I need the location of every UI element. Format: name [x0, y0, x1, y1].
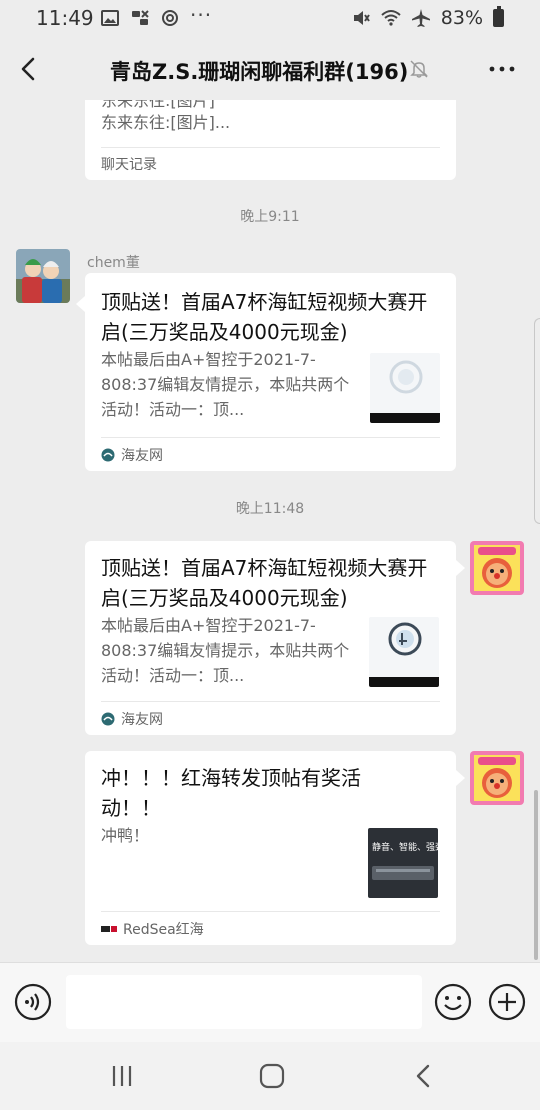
more-dots-icon: ··· — [190, 3, 213, 27]
sender-name: chem董 — [87, 255, 140, 271]
emoji-icon[interactable] — [434, 983, 472, 1021]
avatar[interactable] — [470, 751, 524, 805]
battery-percent: 83% — [440, 7, 483, 29]
back-icon[interactable] — [14, 52, 44, 86]
link-title: 顶贴送！首届A7杯海缸短视频大赛开启(三万奖品及4000元现金) — [101, 556, 428, 610]
link-desc: 本帖最后由A+智控于2021-7-808:37编辑友情提示，本贴共两个活动！活动… — [101, 350, 350, 419]
thumbnail-image — [369, 617, 439, 687]
gallery-icon — [101, 10, 119, 26]
link-desc: 本帖最后由A+智控于2021-7-808:37编辑友情提示，本贴共两个活动！活动… — [101, 616, 350, 685]
thumbnail-image — [370, 353, 440, 423]
source-logo-icon — [101, 448, 115, 462]
history-line: 东来东往:[图片]... — [101, 113, 231, 132]
status-bar: 11:49 ··· 83% — [0, 0, 540, 38]
chat-history-label: 聊天记录 — [101, 157, 157, 173]
card-divider — [101, 701, 440, 702]
mute-icon — [353, 11, 370, 25]
edge-panel-handle[interactable] — [534, 318, 540, 524]
message-icon — [132, 10, 149, 25]
avatar[interactable] — [16, 249, 70, 303]
more-icon[interactable] — [486, 54, 518, 84]
battery-icon — [493, 6, 504, 27]
link-source: 海友网 — [101, 709, 163, 729]
input-bar — [0, 962, 540, 1042]
card-footer: 聊天记录 — [101, 154, 157, 174]
timestamp: 晚上11:48 — [235, 501, 305, 517]
bubble-tail — [76, 296, 85, 312]
avatar-image — [470, 751, 524, 805]
back-nav-icon[interactable] — [410, 1062, 438, 1090]
source-logo-icon — [101, 712, 115, 726]
chat-header: 青岛Z.S.珊瑚闲聊福利群(196) — [0, 38, 540, 100]
recent-apps-icon[interactable] — [108, 1062, 136, 1090]
link-thumbnail: 静音、智能、强劲 — [368, 828, 438, 898]
link-card[interactable]: 冲！！！红海转发顶帖有奖活动！！ 冲鸭！ 静音、智能、强劲 RedSea红海 — [85, 751, 456, 945]
chat-history-card[interactable]: 东来东往:[图片] 东来东往:[图片]... 聊天记录 — [85, 100, 456, 180]
avatar-image — [16, 249, 70, 303]
link-card[interactable]: 顶贴送！首届A7杯海缸短视频大赛开启(三万奖品及4000元现金) 本帖最后由A+… — [85, 541, 456, 735]
link-source: 海友网 — [101, 445, 163, 465]
avatar[interactable] — [470, 541, 524, 595]
link-thumbnail — [370, 353, 440, 423]
link-title: 顶贴送！首届A7杯海缸短视频大赛开启(三万奖品及4000元现金) — [101, 290, 428, 344]
app-icon — [162, 10, 178, 26]
thumbnail-image — [372, 866, 434, 880]
card-divider — [101, 437, 440, 438]
link-source: RedSea红海 — [101, 919, 204, 939]
link-title: 冲！！！红海转发顶帖有奖活动！！ — [101, 766, 361, 820]
airplane-icon — [411, 9, 430, 27]
card-divider — [101, 911, 440, 912]
timestamp: 晚上9:11 — [240, 209, 300, 225]
plus-icon[interactable] — [488, 983, 526, 1021]
source-name: 海友网 — [121, 448, 163, 464]
chat-title: 青岛Z.S.珊瑚闲聊福利群(196) — [110, 60, 409, 84]
status-time: 11:49 — [36, 6, 94, 30]
source-name: RedSea红海 — [123, 922, 204, 938]
bubble-tail — [456, 770, 465, 786]
voice-icon[interactable] — [14, 983, 52, 1021]
bubble-tail — [456, 560, 465, 576]
source-name: 海友网 — [121, 712, 163, 728]
home-icon[interactable] — [258, 1062, 286, 1090]
source-logo-icon — [101, 924, 117, 934]
message-input[interactable] — [66, 975, 422, 1029]
message-list[interactable]: 东来东往:[图片] 东来东往:[图片]... 聊天记录 晚上9:11 chem董… — [0, 100, 540, 962]
link-desc: 冲鸭！ — [101, 826, 150, 845]
avatar-image — [470, 541, 524, 595]
system-nav-bar — [0, 1042, 540, 1110]
scrollbar[interactable] — [534, 790, 538, 960]
link-card[interactable]: 顶贴送！首届A7杯海缸短视频大赛开启(三万奖品及4000元现金) 本帖最后由A+… — [85, 273, 456, 471]
card-divider — [101, 147, 440, 148]
link-thumbnail — [369, 617, 439, 687]
wifi-icon — [381, 10, 401, 26]
mute-bell-icon — [410, 60, 428, 78]
